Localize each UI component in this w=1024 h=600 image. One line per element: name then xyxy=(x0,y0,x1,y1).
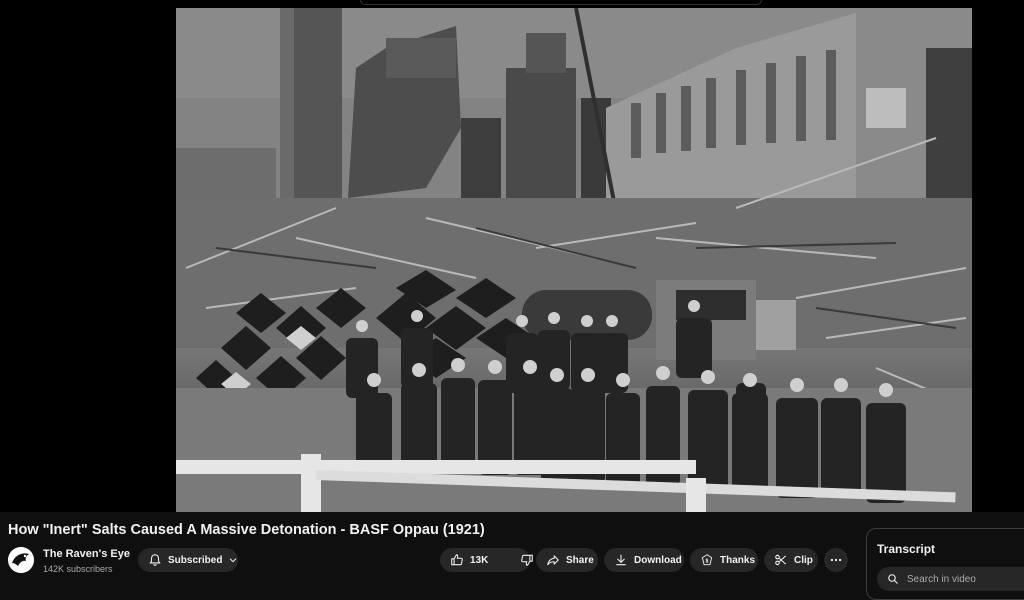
subscriber-count: 142K subscribers xyxy=(43,564,113,574)
more-actions-button[interactable] xyxy=(824,548,848,572)
share-label: Share xyxy=(566,554,594,566)
video-player[interactable] xyxy=(0,0,1024,512)
scissors-icon xyxy=(775,554,787,566)
channel-name[interactable]: The Raven's Eye xyxy=(43,548,130,560)
video-frame[interactable] xyxy=(176,8,972,512)
transcript-panel: Transcript Search in video xyxy=(866,528,1024,600)
super-thanks-icon: $ xyxy=(701,554,713,566)
clip-button[interactable]: Clip xyxy=(764,548,818,572)
transcript-title: Transcript xyxy=(877,542,936,556)
like-button[interactable]: 13K xyxy=(440,548,498,572)
thanks-label: Thanks xyxy=(720,554,756,566)
clip-label: Clip xyxy=(794,554,813,566)
subscribed-button[interactable]: Subscribed xyxy=(138,548,238,572)
more-horizontal-icon xyxy=(830,558,842,562)
video-title: How "Inert" Salts Caused A Massive Deton… xyxy=(8,522,485,538)
raven-logo-icon xyxy=(8,547,34,573)
like-count: 13K xyxy=(470,554,489,566)
thanks-button[interactable]: $ Thanks xyxy=(690,548,758,572)
transcript-search-input[interactable]: Search in video xyxy=(877,567,1024,591)
download-icon xyxy=(616,554,626,566)
like-dislike-group: 13K xyxy=(440,548,534,572)
download-label: Download xyxy=(634,554,682,566)
bell-icon xyxy=(149,554,161,566)
thumbs-down-icon xyxy=(521,554,534,566)
share-button[interactable]: Share xyxy=(536,548,598,572)
search-icon xyxy=(888,574,898,584)
video-still-image xyxy=(176,8,972,512)
channel-avatar[interactable] xyxy=(8,547,34,573)
subscribed-label: Subscribed xyxy=(168,554,223,566)
svg-text:$: $ xyxy=(706,558,709,564)
search-bar-edge xyxy=(360,0,762,5)
thumbs-up-icon xyxy=(451,554,463,566)
share-arrow-icon xyxy=(547,555,559,566)
download-button[interactable]: Download xyxy=(604,548,684,572)
chevron-down-icon xyxy=(230,558,237,563)
